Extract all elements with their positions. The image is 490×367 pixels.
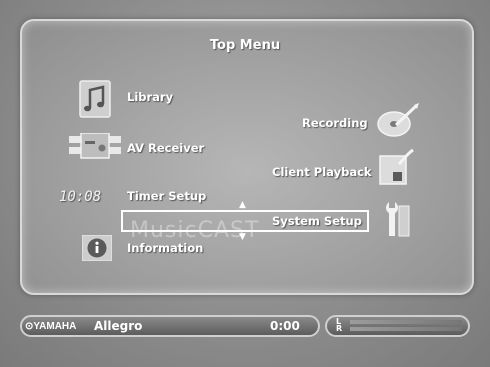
menu-item-client-playback[interactable]: Client Playback (272, 165, 372, 179)
menu-item-av-receiver[interactable]: AV Receiver (127, 141, 204, 155)
receiver-icon[interactable] (69, 133, 121, 159)
track-title: Allegro (94, 319, 143, 333)
brand-name: YAMAHA (33, 321, 77, 332)
menu-item-recording[interactable]: Recording (302, 116, 368, 130)
meter-right-label: R (336, 324, 343, 333)
level-meter-labels: L R (336, 318, 343, 333)
meter-left-bar (350, 320, 462, 324)
yamaha-logo-icon: ⊙YAMAHA (25, 321, 77, 332)
menu-item-timer-setup[interactable]: Timer Setup (127, 189, 206, 203)
menu-item-information[interactable]: Information (127, 241, 203, 255)
info-icon[interactable] (82, 235, 112, 261)
page-title: Top Menu (209, 38, 281, 53)
scroll-up-arrow-icon[interactable]: ▲ (239, 200, 246, 210)
music-note-icon[interactable] (79, 80, 111, 118)
timer-clock-icon: 10:08 (59, 189, 102, 205)
menu-item-library[interactable]: Library (127, 90, 173, 104)
wrench-icon[interactable] (383, 200, 411, 240)
meter-right-bar (350, 327, 462, 331)
menu-item-system-setup[interactable]: System Setup (272, 214, 362, 228)
playback-icon[interactable] (379, 148, 415, 186)
playback-time: 0:00 (270, 319, 300, 333)
disc-recording-icon[interactable] (376, 103, 420, 139)
level-meter (325, 315, 470, 337)
scroll-down-arrow-icon[interactable]: ▼ (239, 232, 246, 242)
